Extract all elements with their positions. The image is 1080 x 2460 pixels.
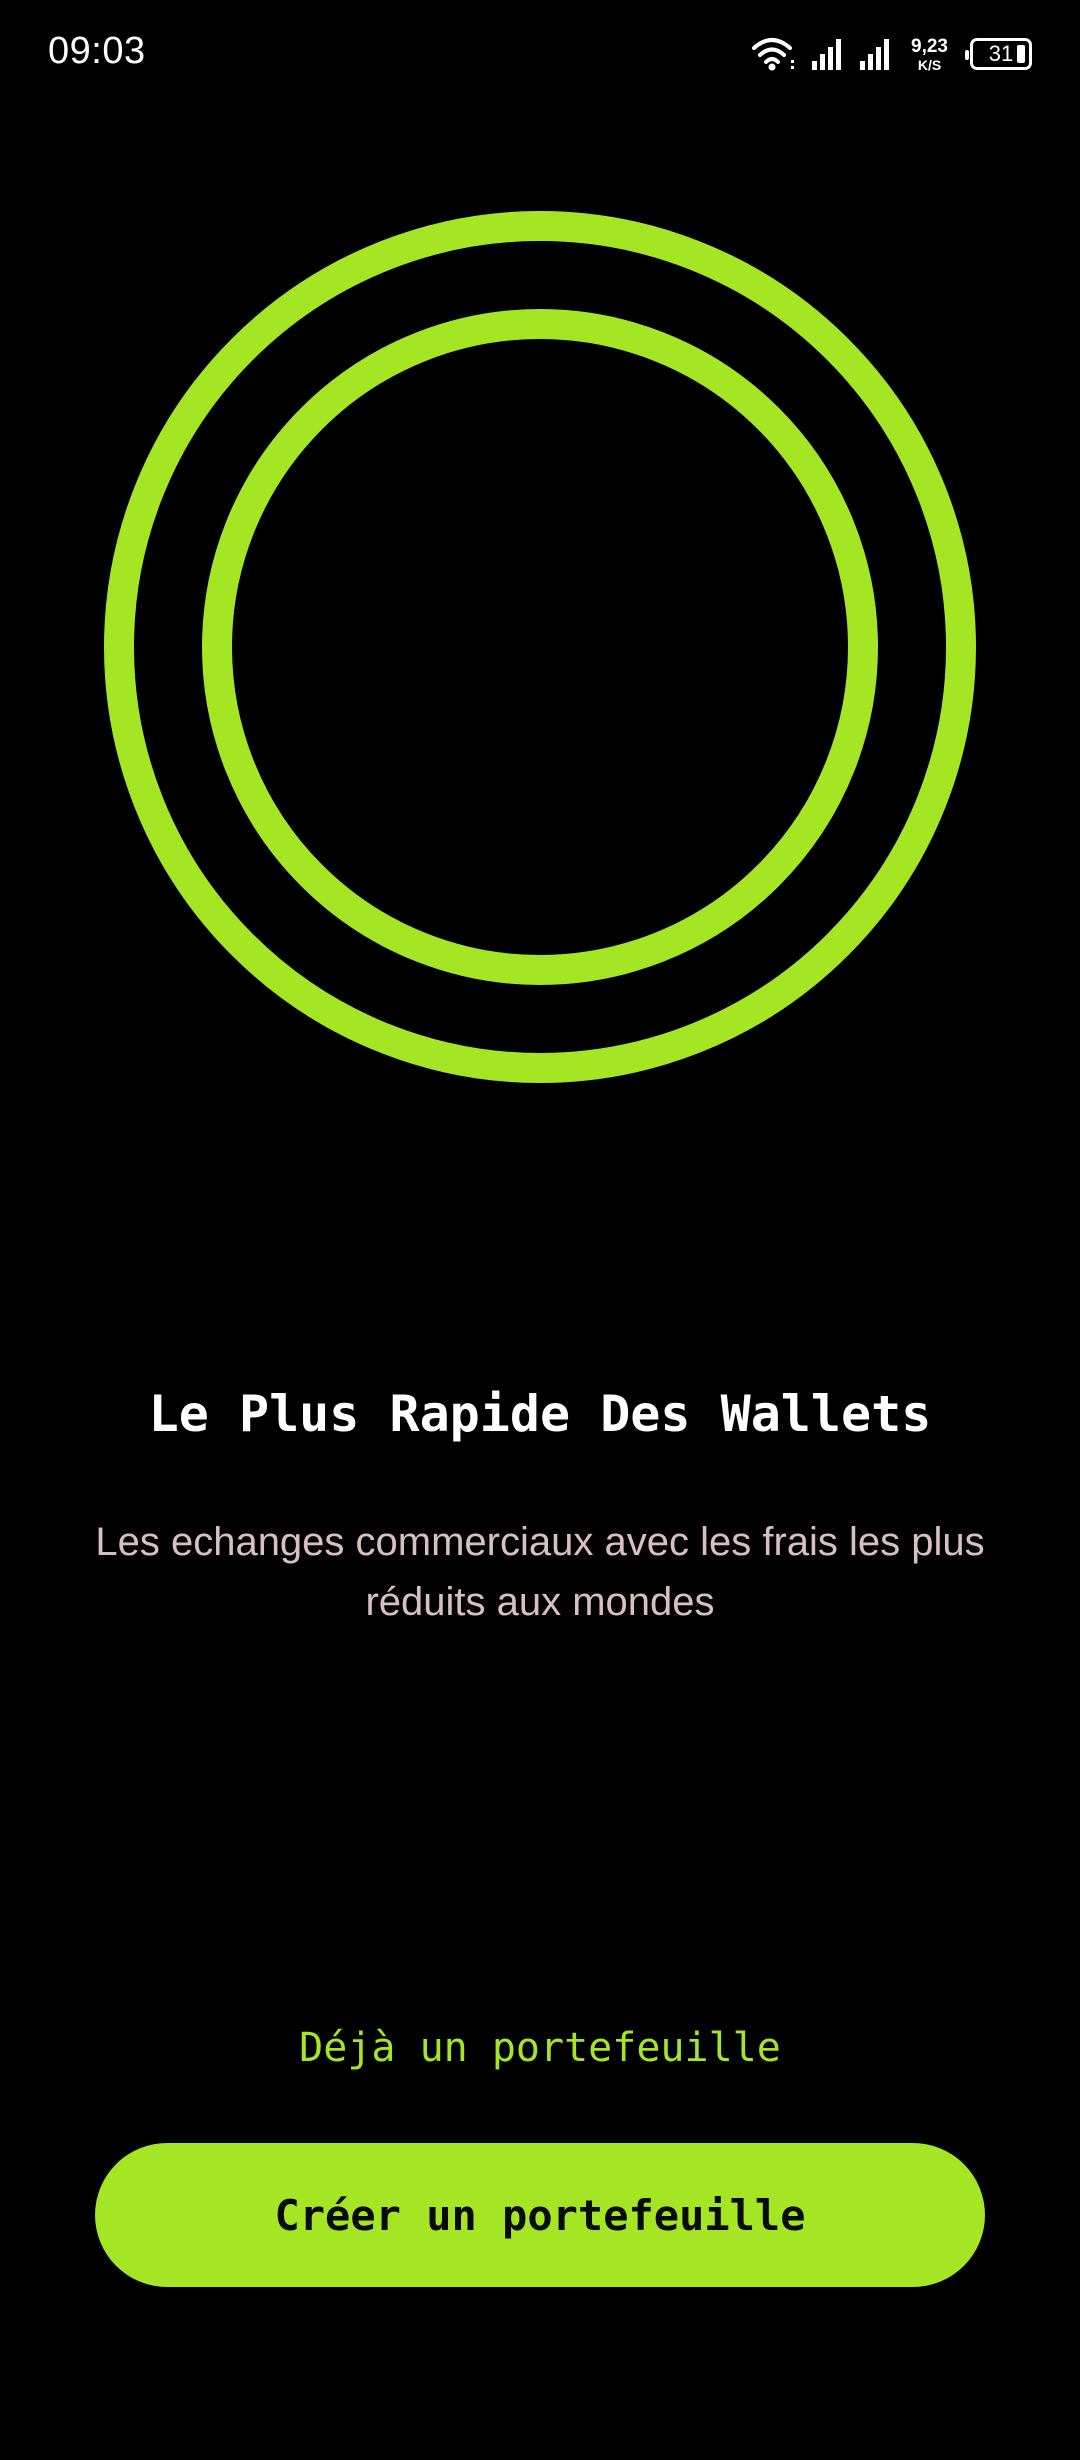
create-wallet-label: Créer un portefeuille [274,2190,806,2240]
existing-wallet-link[interactable]: Déjà un portefeuille [0,2025,1080,2071]
double-ring-logo-icon [104,211,976,1083]
onboarding-title: Le Plus Rapide Des Wallets [148,1385,932,1443]
onboarding-subtitle: Les echanges commerciaux avec les frais … [95,1520,985,1624]
logo-inner-ring [202,309,878,985]
logo-outer-ring [104,211,976,1083]
create-wallet-button[interactable]: Créer un portefeuille [95,2143,985,2287]
